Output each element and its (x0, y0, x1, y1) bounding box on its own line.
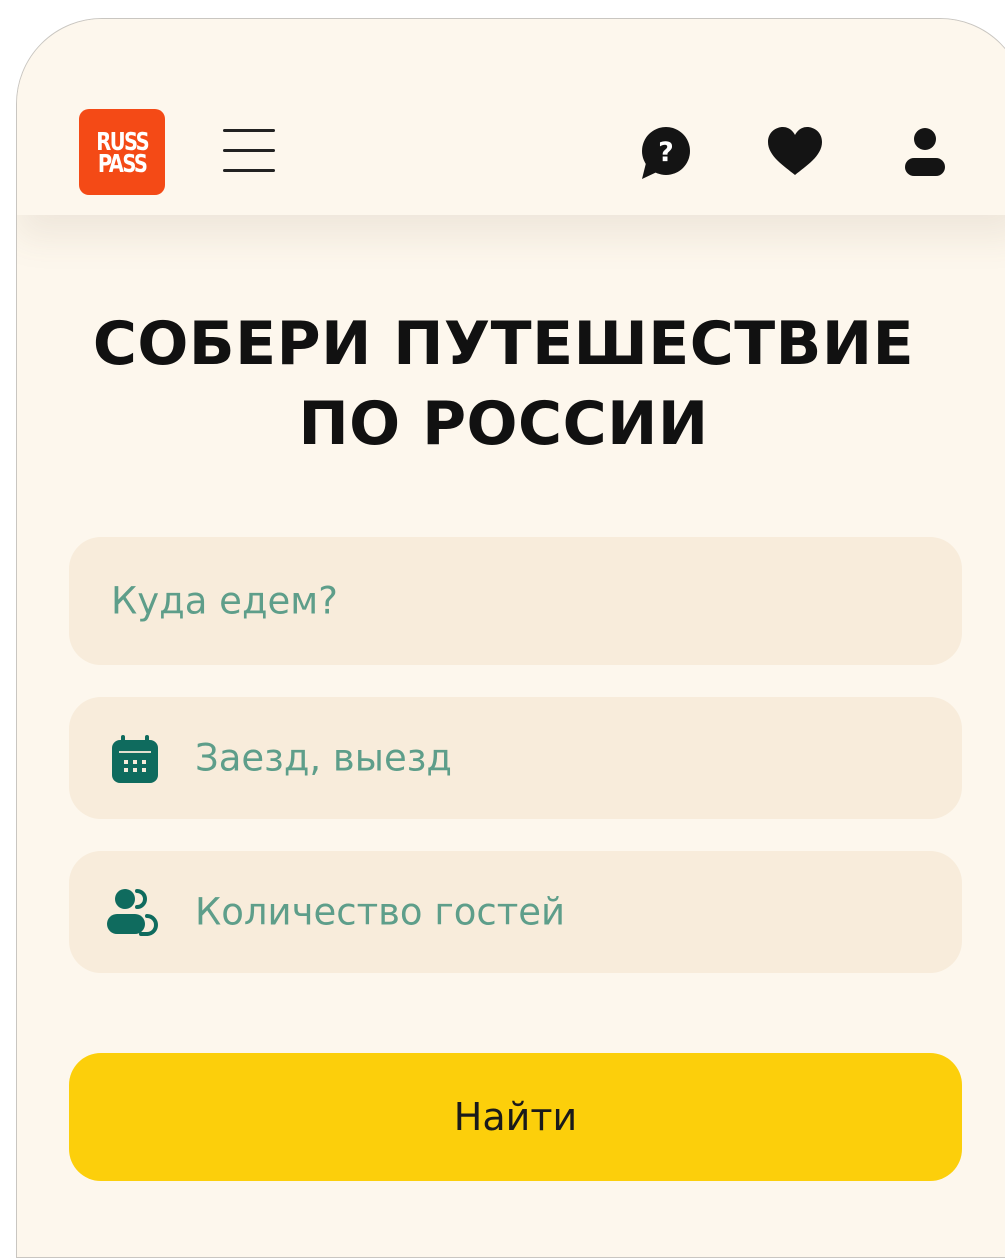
calendar-icon (105, 728, 165, 788)
site-header: RUSS PASS ? (17, 19, 1005, 215)
page-title-line2: ПО РОССИИ (298, 389, 709, 459)
dates-field[interactable]: Заезд, выезд (69, 697, 962, 819)
help-chat-icon[interactable]: ? (632, 119, 698, 185)
search-button[interactable]: Найти (69, 1053, 962, 1181)
guests-field[interactable]: Количество гостей (69, 851, 962, 973)
user-icon[interactable] (892, 119, 958, 185)
dates-placeholder: Заезд, выезд (195, 736, 452, 780)
page-title: СОБЕРИ ПУТЕШЕСТВИЕ ПО РОССИИ (17, 304, 990, 464)
destination-placeholder: Куда едем? (111, 579, 338, 623)
guests-placeholder: Количество гостей (195, 890, 566, 934)
phone-frame: RUSS PASS ? СОБЕРИ ПУТЕШЕСТВИЕ ПО РОССИИ… (16, 18, 1005, 1258)
logo-text-line2: PASS (97, 149, 148, 178)
destination-field[interactable]: Куда едем? (69, 537, 962, 665)
svg-text:?: ? (658, 137, 674, 168)
guests-icon (103, 882, 163, 942)
russpass-logo[interactable]: RUSS PASS (79, 109, 165, 195)
menu-icon[interactable] (223, 125, 277, 177)
heart-icon[interactable] (762, 119, 828, 185)
page-title-line1: СОБЕРИ ПУТЕШЕСТВИЕ (92, 309, 915, 379)
